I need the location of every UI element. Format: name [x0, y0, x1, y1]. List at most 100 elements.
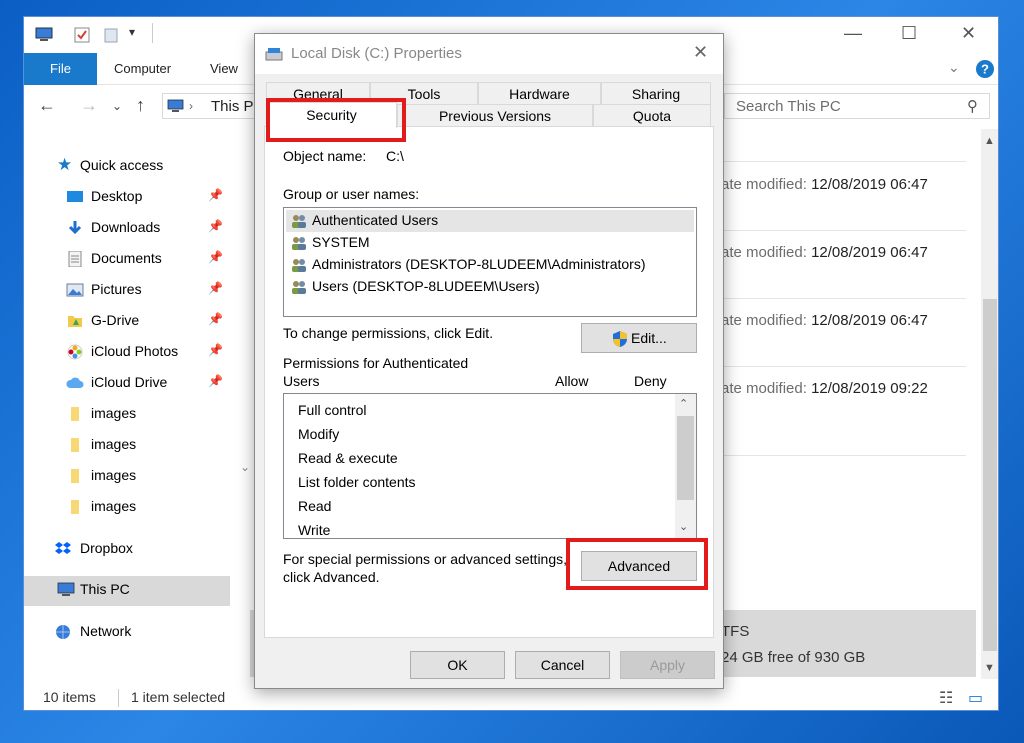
nav-item-icloud-drive[interactable]: iCloud Drive 📌 [24, 369, 230, 399]
folder-icon [71, 407, 79, 421]
close-icon[interactable]: ✕ [961, 23, 976, 44]
user-list[interactable]: Authenticated Users SYSTEM Administrator… [283, 207, 697, 317]
this-pc-icon [167, 99, 184, 112]
icloud-photos-icon [67, 344, 83, 360]
nav-item-icloud-photos[interactable]: iCloud Photos 📌 [24, 338, 230, 368]
search-input[interactable]: Search This PC [736, 98, 841, 115]
navigation-pane: ★ Quick access Desktop 📌 Downloads 📌 Doc… [24, 147, 250, 667]
user-list-item[interactable]: Authenticated Users [286, 210, 694, 232]
content-separator [721, 455, 966, 456]
permission-row: Modify [298, 426, 340, 442]
maximize-icon[interactable]: ☐ [901, 23, 917, 44]
user-list-item[interactable]: SYSTEM [286, 232, 694, 254]
dialog-titlebar[interactable]: Local Disk (C:) Properties ✕ [255, 34, 723, 74]
forward-icon[interactable]: → [80, 95, 98, 116]
nav-item-this-pc[interactable]: This PC [24, 576, 230, 606]
scroll-down-icon[interactable]: ▼ [984, 662, 995, 674]
tab-sharing[interactable]: Sharing [601, 82, 711, 104]
pictures-icon [66, 283, 84, 297]
new-folder-icon[interactable] [104, 27, 118, 43]
permissions-list[interactable]: Full control Modify Read & execute List … [283, 393, 697, 539]
star-icon: ★ [57, 155, 73, 174]
folder-icon [71, 469, 79, 483]
special-permissions-text-line2: click Advanced. [283, 569, 380, 585]
search-icon[interactable]: ⚲ [967, 97, 978, 115]
permission-row: List folder contents [298, 474, 416, 490]
drive-filesystem: TFS [721, 623, 750, 640]
permissions-label-line1: Permissions for Authenticated [283, 355, 469, 371]
dialog-close-icon[interactable]: ✕ [693, 42, 708, 63]
nav-item-images[interactable]: images [24, 462, 230, 492]
nav-item-network[interactable]: Network [24, 618, 230, 648]
pin-icon: 📌 [208, 188, 223, 202]
nav-item-images[interactable]: images [24, 493, 230, 523]
nav-item-dropbox[interactable]: Dropbox [24, 535, 230, 565]
pin-icon: 📌 [208, 343, 223, 357]
svg-text:?: ? [981, 62, 989, 77]
back-icon[interactable]: ← [38, 95, 56, 116]
desktop-icon [67, 191, 83, 202]
tab-file[interactable]: File [24, 53, 97, 85]
tab-previous-versions[interactable]: Previous Versions [397, 104, 593, 126]
cancel-button[interactable]: Cancel [515, 651, 610, 679]
nav-item-pictures[interactable]: Pictures 📌 [24, 276, 230, 306]
nav-item-g-drive[interactable]: G-Drive 📌 [24, 307, 230, 337]
nav-item-images[interactable]: images [24, 400, 230, 430]
collapse-chevron-icon[interactable]: ⌄ [240, 460, 250, 474]
permissions-scrollbar-thumb[interactable] [677, 416, 694, 500]
expand-ribbon-icon[interactable]: ⌄ [948, 59, 960, 76]
tab-quota[interactable]: Quota [593, 104, 711, 126]
icloud-drive-icon [66, 377, 84, 388]
tab-hardware[interactable]: Hardware [478, 82, 601, 104]
drive-free-space: 24 GB free of 930 GB [721, 649, 866, 666]
ok-button[interactable]: OK [410, 651, 505, 679]
edit-button[interactable]: Edit... [581, 323, 697, 353]
customize-toolbar-icon[interactable]: ▾ [129, 25, 135, 39]
network-icon [56, 625, 70, 639]
local-disk-icon [265, 48, 283, 61]
content-separator [721, 161, 966, 162]
scroll-up-icon[interactable]: ▲ [984, 135, 995, 147]
user-group-icon [292, 281, 306, 294]
user-list-item[interactable]: Administrators (DESKTOP-8LUDEEM\Administ… [286, 254, 694, 276]
tab-computer[interactable]: Computer [114, 53, 171, 85]
content-row[interactable]: ate modified: 12/08/2019 06:47 [721, 244, 928, 261]
apply-button[interactable]: Apply [620, 651, 715, 679]
scroll-down-icon[interactable]: ⌄ [679, 520, 688, 533]
content-row[interactable]: ate modified: 12/08/2019 09:22 [721, 380, 928, 397]
nav-item-downloads[interactable]: Downloads 📌 [24, 214, 230, 244]
allow-column-header: Allow [555, 373, 589, 389]
change-permissions-text: To change permissions, click Edit. [283, 325, 494, 341]
minimize-icon[interactable]: — [844, 23, 862, 44]
content-row[interactable]: ate modified: 12/08/2019 06:47 [721, 312, 928, 329]
documents-icon [68, 251, 82, 267]
toolbar-divider [152, 23, 153, 43]
help-icon[interactable]: ? [975, 59, 995, 79]
scroll-up-icon[interactable]: ⌃ [679, 397, 688, 410]
nav-item-images[interactable]: images [24, 431, 230, 461]
large-icons-view-icon[interactable]: ▭ [968, 688, 983, 708]
user-list-item[interactable]: Users (DESKTOP-8LUDEEM\Users) [286, 276, 694, 298]
search-box[interactable]: Search This PC ⚲ [724, 93, 990, 119]
status-divider [118, 689, 119, 707]
content-scrollbar-thumb[interactable] [983, 299, 997, 651]
pin-icon: 📌 [208, 312, 223, 326]
nav-item-documents[interactable]: Documents 📌 [24, 245, 230, 275]
status-selected-count: 1 item selected [131, 689, 226, 705]
recent-locations-icon[interactable]: ⌄ [112, 99, 122, 113]
permission-row: Read & execute [298, 450, 398, 466]
tab-view[interactable]: View [210, 53, 238, 85]
nav-item-desktop[interactable]: Desktop 📌 [24, 183, 230, 213]
content-row[interactable]: ate modified: 12/08/2019 06:47 [721, 176, 928, 193]
properties-icon[interactable] [74, 27, 90, 43]
pin-icon: 📌 [208, 250, 223, 264]
nav-item-quick-access[interactable]: ★ Quick access [24, 152, 230, 182]
advanced-button-highlight [566, 538, 708, 590]
up-icon[interactable]: ↑ [136, 95, 145, 116]
status-item-count: 10 items [43, 689, 96, 705]
computer-icon[interactable] [34, 27, 54, 43]
user-group-icon [292, 259, 306, 272]
permission-row: Full control [298, 402, 367, 418]
special-permissions-text-line1: For special permissions or advanced sett… [283, 551, 568, 567]
details-view-icon[interactable]: ☷ [939, 688, 953, 708]
